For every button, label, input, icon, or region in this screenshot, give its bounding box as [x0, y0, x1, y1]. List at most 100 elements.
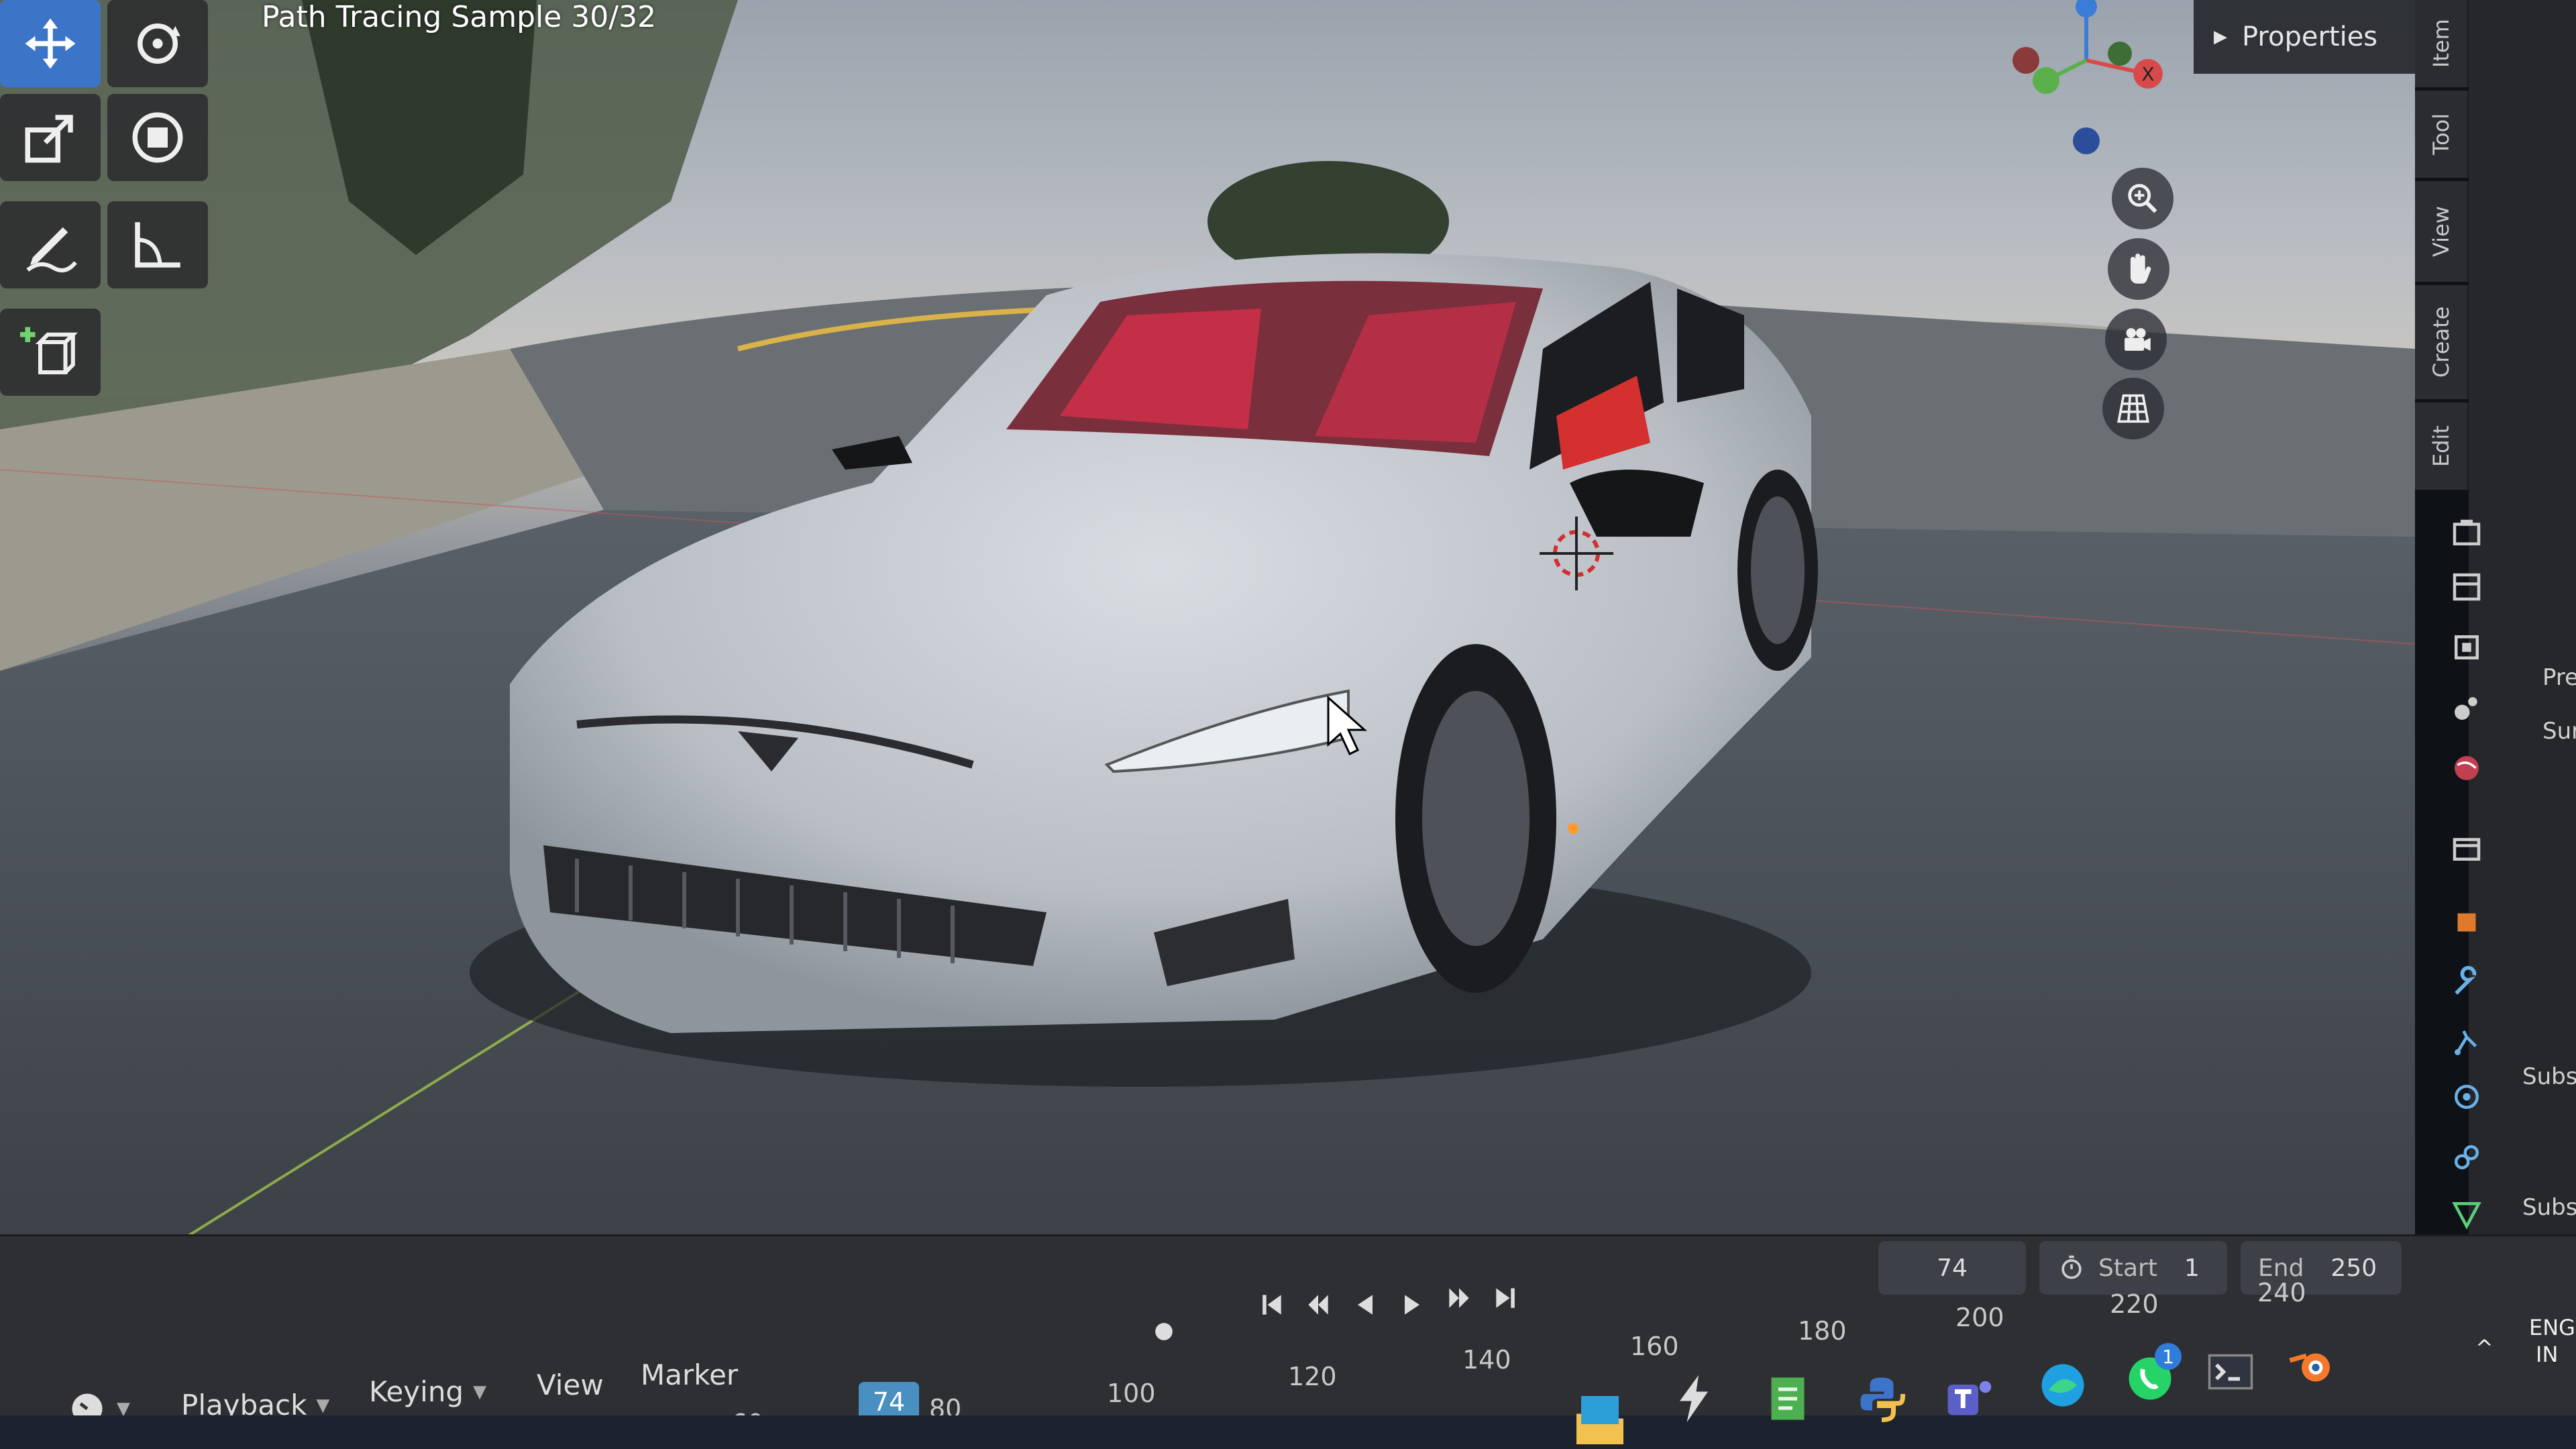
taskbar-notepad[interactable]	[1751, 1362, 1825, 1436]
collection-tab[interactable]	[2443, 825, 2490, 872]
transform-tool-button[interactable]	[107, 94, 208, 181]
notepad-icon	[1771, 1377, 1805, 1420]
ruler-tick: 100	[1107, 1379, 1156, 1408]
next-keyframe-button[interactable]	[1436, 1275, 1483, 1322]
language-indicator[interactable]: ENG	[2529, 1315, 2575, 1340]
ruler-tick: 120	[1288, 1362, 1337, 1391]
properties-panel-title: Properties	[2242, 21, 2378, 52]
play-button[interactable]	[1389, 1281, 1436, 1328]
world-tab[interactable]	[2443, 745, 2490, 792]
collapse-triangle-icon: ▶	[2214, 27, 2227, 47]
view-layer-tab[interactable]	[2443, 624, 2490, 671]
record-keyframe-button[interactable]	[1140, 1308, 1187, 1355]
measure-tool-button[interactable]	[107, 201, 208, 288]
python-icon	[1860, 1377, 1905, 1422]
windows-taskbar	[0, 1415, 2576, 1449]
tab-tool-label: Tool	[2428, 113, 2454, 156]
prev-keyframe-button[interactable]	[1295, 1281, 1342, 1328]
rotate-icon	[138, 23, 180, 64]
scale-tool-button[interactable]	[0, 94, 101, 181]
taskbar-whatsapp[interactable]: 1	[2113, 1342, 2187, 1415]
play-icon	[1405, 1295, 1419, 1315]
scene-icon	[2455, 697, 2477, 720]
modifier-icon	[2455, 965, 2477, 995]
system-tray-chevron-icon[interactable]: ^	[2475, 1335, 2493, 1360]
taskbar-edge[interactable]	[2026, 1348, 2100, 1422]
rotate-tool-button[interactable]	[107, 0, 208, 87]
tab-view[interactable]: View	[2415, 181, 2469, 282]
move-arrows-icon	[25, 18, 76, 69]
tab-tool[interactable]: Tool	[2415, 91, 2469, 178]
scene-tab[interactable]	[2443, 684, 2490, 731]
pan-button[interactable]	[2108, 238, 2169, 300]
next-keyframe-icon	[1449, 1288, 1469, 1308]
gizmo-x-label: X	[2141, 63, 2154, 85]
render-icon	[2453, 519, 2481, 545]
ruler-tick: 200	[1955, 1303, 2004, 1332]
end-value: 250	[2330, 1254, 2377, 1282]
taskbar-app[interactable]	[1657, 1362, 1731, 1436]
zoom-button[interactable]	[2112, 168, 2174, 229]
move-tool-button[interactable]	[0, 0, 101, 87]
taskbar-blender[interactable]	[2274, 1328, 2348, 1402]
jump-start-button[interactable]	[1248, 1281, 1295, 1328]
physics-icon	[2455, 1085, 2479, 1109]
object-tab[interactable]	[2443, 899, 2490, 946]
particles-tab[interactable]	[2443, 1020, 2490, 1067]
render-tab[interactable]	[2443, 510, 2490, 557]
modifier-tab[interactable]	[2443, 959, 2490, 1006]
marker-menu-label: Marker	[641, 1358, 739, 1391]
record-icon	[1155, 1323, 1173, 1340]
current-frame-value: 74	[1937, 1254, 1968, 1282]
particles-icon	[2455, 1030, 2477, 1055]
add-cube-tool-button[interactable]	[0, 309, 101, 396]
constraints-tab[interactable]	[2443, 1134, 2490, 1181]
view-menu[interactable]: View	[537, 1368, 604, 1401]
taskbar-teams[interactable]	[1932, 1362, 2006, 1436]
properties-panel-header[interactable]: ▶ Properties	[2194, 0, 2415, 74]
panel-label-fragment: Pre	[2542, 664, 2576, 691]
3d-viewport[interactable]: Path Tracing Sample 30/32 X ▶ Properties	[0, 0, 2415, 1295]
constraints-icon	[2455, 1145, 2479, 1169]
marker-menu[interactable]: Marker	[641, 1358, 738, 1391]
start-value: 1	[2184, 1254, 2200, 1282]
start-frame-field[interactable]: Start 1	[2039, 1241, 2227, 1295]
keying-menu[interactable]: Keying ▼	[369, 1375, 486, 1408]
jump-end-button[interactable]	[1483, 1275, 1529, 1322]
chevron-down-icon: ▼	[473, 1381, 487, 1402]
add-cube-icon	[20, 327, 78, 374]
tab-create[interactable]: Create	[2415, 285, 2469, 399]
physics-tab[interactable]	[2443, 1073, 2490, 1120]
camera-icon	[2125, 328, 2151, 351]
tab-edit-label: Edit	[2428, 425, 2454, 467]
rendered-scene	[0, 0, 2415, 1295]
tab-edit[interactable]: Edit	[2415, 402, 2469, 490]
annotate-pen-icon	[26, 227, 77, 272]
axis-gizmo[interactable]: X	[1999, 0, 2174, 161]
play-reverse-button[interactable]	[1342, 1281, 1389, 1328]
output-tab[interactable]	[2443, 564, 2490, 610]
output-icon	[2453, 573, 2481, 601]
panel-label-fragment: Subsu	[2522, 1063, 2576, 1090]
panel-label-fragment: Sur	[2542, 718, 2576, 745]
perspective-toggle-button[interactable]	[2102, 378, 2164, 439]
region-indicator: IN	[2536, 1342, 2559, 1367]
taskbar-python[interactable]	[1845, 1362, 1919, 1436]
panel-label-fragment: Subsu	[2522, 1194, 2576, 1221]
data-tab[interactable]	[2443, 1191, 2490, 1238]
grid-perspective-icon	[2117, 394, 2149, 423]
tab-item[interactable]: Item	[2415, 0, 2469, 87]
start-label: Start	[2098, 1254, 2157, 1282]
annotate-tool-button[interactable]	[0, 201, 101, 288]
ruler-tick: 160	[1630, 1332, 1679, 1361]
teams-icon	[1947, 1381, 1992, 1415]
app-lightning-icon	[1680, 1375, 1708, 1422]
taskbar-store[interactable]	[1563, 1368, 1637, 1442]
camera-view-button[interactable]	[2105, 309, 2167, 370]
stopwatch-icon	[2061, 1255, 2082, 1279]
tab-item-label: Item	[2428, 19, 2454, 68]
taskbar-terminal[interactable]	[2194, 1335, 2267, 1409]
keying-menu-label: Keying	[369, 1375, 464, 1408]
scale-icon	[25, 115, 73, 163]
current-frame-field[interactable]: 74	[1878, 1241, 2026, 1295]
